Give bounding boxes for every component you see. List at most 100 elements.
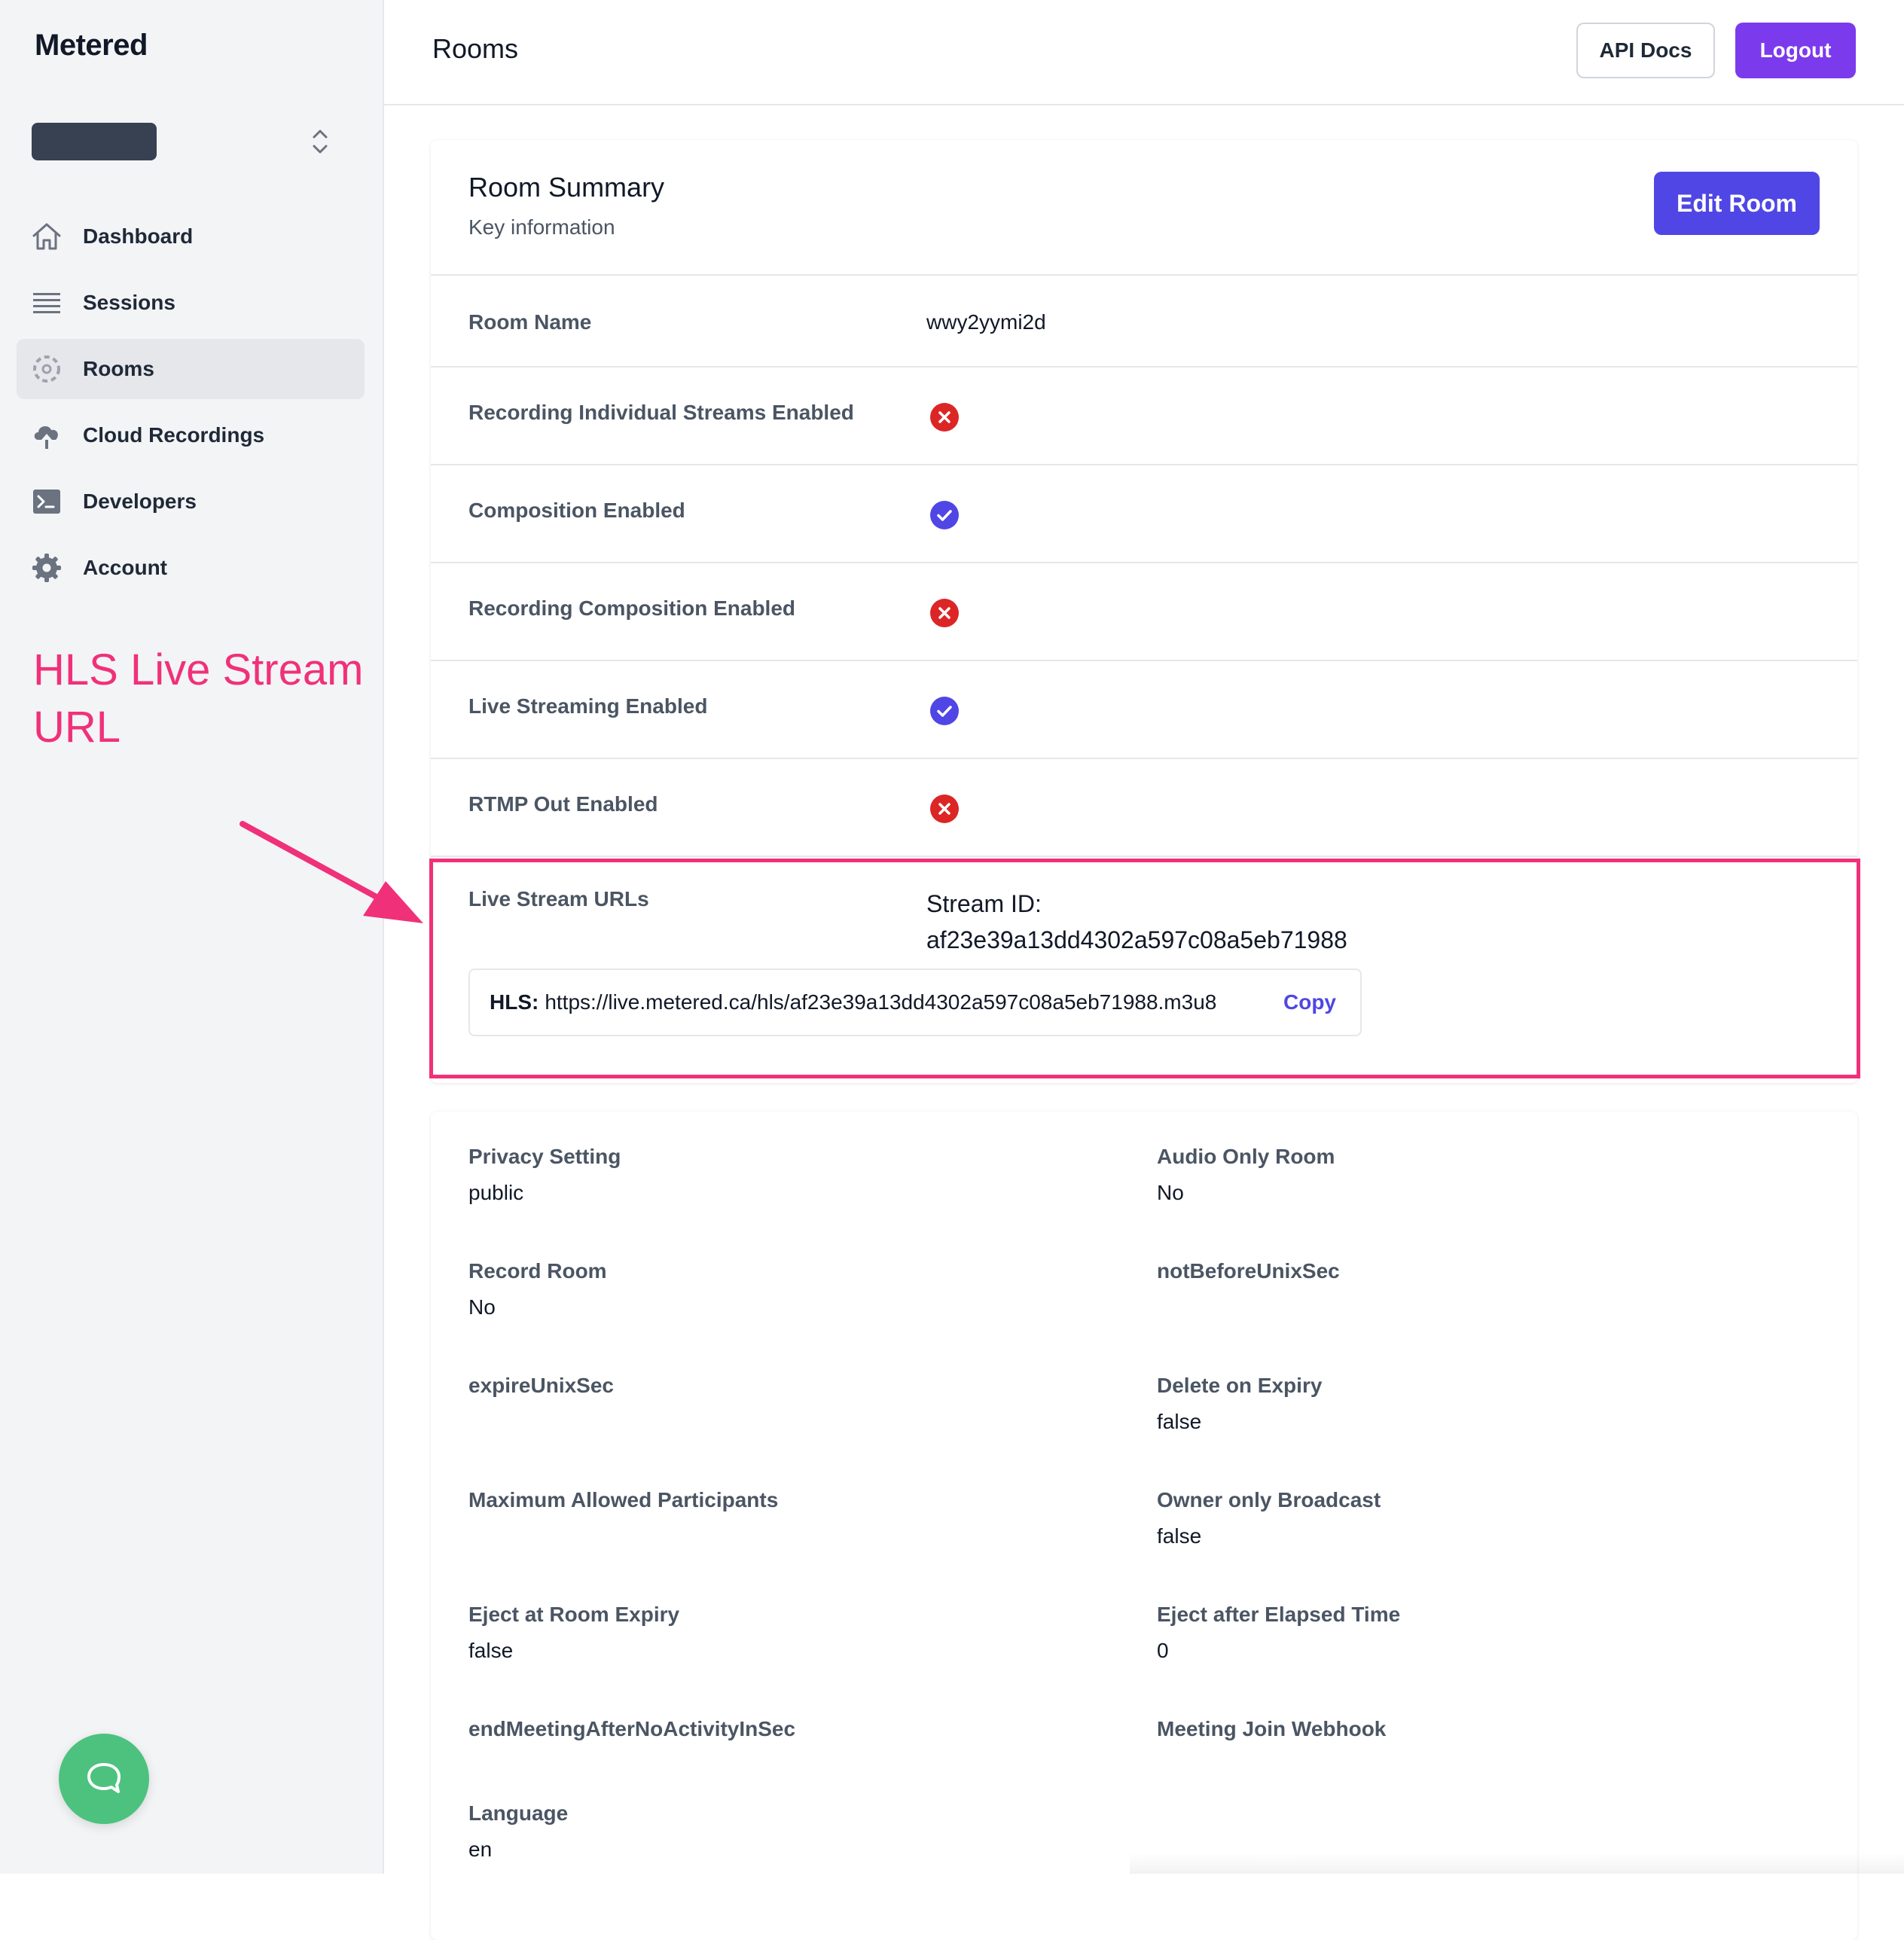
chevron-up-down-icon xyxy=(313,130,328,154)
stream-id-block: Stream ID: af23e39a13dd4302a597c08a5eb71… xyxy=(926,886,1347,958)
field-value: en xyxy=(468,1838,493,1861)
field-value: No xyxy=(1157,1181,1184,1204)
x-circle-icon xyxy=(930,403,959,432)
row-room-name: Room Name wwy2yymi2d xyxy=(431,274,1857,366)
field-label: Privacy Setting xyxy=(468,1145,621,1168)
field-value xyxy=(468,1753,1071,1777)
stream-id-label: Stream ID: xyxy=(926,890,1042,917)
field-owner-only-broadcast: Owner only Broadcast false xyxy=(1157,1488,1759,1548)
check-circle-icon xyxy=(930,697,959,725)
sidebar-item-rooms[interactable]: Rooms xyxy=(17,339,365,399)
row-label: RTMP Out Enabled xyxy=(468,792,658,816)
field-meeting-join-webhook: Meeting Join Webhook xyxy=(1157,1717,1759,1777)
field-label: Eject after Elapsed Time xyxy=(1157,1603,1401,1626)
field-value: false xyxy=(1157,1524,1202,1548)
field-audio-only-room: Audio Only Room No xyxy=(1157,1145,1759,1205)
card-subtitle: Key information xyxy=(468,215,615,239)
brand-logo: Metered xyxy=(35,29,148,62)
field-value: 0 xyxy=(1157,1639,1169,1662)
room-summary-card: Room Summary Key information Edit Room R… xyxy=(431,140,1857,1083)
x-circle-icon xyxy=(930,795,959,823)
sidebar-item-account[interactable]: Account xyxy=(17,538,365,598)
field-label: Delete on Expiry xyxy=(1157,1374,1323,1397)
field-value: No xyxy=(468,1295,496,1319)
field-label: expireUnixSec xyxy=(468,1374,614,1397)
sidebar-item-label: Rooms xyxy=(83,357,154,380)
room-name-value: wwy2yymi2d xyxy=(926,310,1046,334)
row-label: Live Streaming Enabled xyxy=(468,694,708,718)
field-value: false xyxy=(1157,1410,1202,1433)
logout-button[interactable]: Logout xyxy=(1735,23,1856,78)
field-label: Owner only Broadcast xyxy=(1157,1488,1381,1511)
sidebar-item-developers[interactable]: Developers xyxy=(17,471,365,532)
api-docs-button[interactable]: API Docs xyxy=(1576,23,1715,78)
field-label: Language xyxy=(468,1801,569,1825)
row-rtmp-out: RTMP Out Enabled xyxy=(431,758,1857,856)
sidebar-item-cloud-recordings[interactable]: Cloud Recordings xyxy=(17,405,365,465)
field-end-meeting-after-no-activity: endMeetingAfterNoActivityInSec xyxy=(468,1717,1071,1777)
annotation-arrow-icon xyxy=(240,821,423,923)
field-label: notBeforeUnixSec xyxy=(1157,1259,1340,1283)
field-label: Eject at Room Expiry xyxy=(468,1603,680,1626)
field-delete-on-expiry: Delete on Expiry false xyxy=(1157,1374,1759,1434)
list-icon xyxy=(33,293,60,313)
sidebar-item-label: Dashboard xyxy=(83,224,194,248)
row-label: Recording Composition Enabled xyxy=(468,596,796,620)
sidebar-item-sessions[interactable]: Sessions xyxy=(17,273,365,333)
check-circle-icon xyxy=(930,501,959,529)
sidebar-item-dashboard[interactable]: Dashboard xyxy=(17,206,365,267)
field-value xyxy=(1157,1753,1759,1777)
field-label: Record Room xyxy=(468,1259,607,1283)
field-eject-after-elapsed-time: Eject after Elapsed Time 0 xyxy=(1157,1603,1759,1663)
top-header: Rooms API Docs Logout xyxy=(384,0,1904,105)
sidebar-item-label: Sessions xyxy=(83,291,175,314)
field-language: Language en xyxy=(468,1801,1071,1862)
field-eject-at-room-expiry: Eject at Room Expiry false xyxy=(468,1603,1071,1663)
field-not-before-unix-sec: notBeforeUnixSec xyxy=(1157,1259,1759,1319)
field-label: Meeting Join Webhook xyxy=(1157,1717,1387,1740)
chat-widget-button[interactable] xyxy=(59,1734,149,1824)
chat-bubble-icon xyxy=(87,1763,121,1793)
sidebar-item-label: Account xyxy=(83,556,167,579)
field-value xyxy=(1157,1295,1759,1319)
sidebar-item-label: Developers xyxy=(83,490,197,513)
hls-label: HLS: xyxy=(490,990,539,1014)
sidebar: Metered Dashboard Sessions Rooms Cloud R… xyxy=(0,0,384,1874)
field-label: Audio Only Room xyxy=(1157,1145,1335,1168)
row-label: Room Name xyxy=(468,310,592,334)
field-record-room: Record Room No xyxy=(468,1259,1071,1319)
field-label: Maximum Allowed Participants xyxy=(468,1488,779,1511)
terminal-icon xyxy=(33,490,60,514)
gear-icon xyxy=(32,554,61,582)
row-label: Live Stream URLs xyxy=(468,887,649,911)
row-live-streaming: Live Streaming Enabled xyxy=(431,660,1857,758)
field-expire-unix-sec: expireUnixSec xyxy=(468,1374,1071,1434)
cloud-upload-icon xyxy=(34,426,58,449)
organization-switcher[interactable] xyxy=(32,122,340,161)
organization-name-redacted xyxy=(32,123,157,160)
field-value xyxy=(468,1410,1071,1434)
x-circle-icon xyxy=(930,599,959,627)
hls-url-box: HLS: https://live.metered.ca/hls/af23e39… xyxy=(468,968,1362,1036)
row-live-stream-urls: Live Stream URLs Stream ID: af23e39a13dd… xyxy=(431,856,1857,1083)
page-title: Rooms xyxy=(432,33,519,64)
field-value: public xyxy=(468,1181,524,1204)
field-privacy-setting: Privacy Setting public xyxy=(468,1145,1071,1205)
room-details-card: Privacy Setting public Audio Only Room N… xyxy=(431,1112,1857,1940)
row-recording-composition: Recording Composition Enabled xyxy=(431,562,1857,660)
hls-url: https://live.metered.ca/hls/af23e39a13dd… xyxy=(545,990,1217,1014)
sidebar-item-label: Cloud Recordings xyxy=(83,423,265,447)
stream-id-value: af23e39a13dd4302a597c08a5eb71988 xyxy=(926,926,1347,953)
home-icon xyxy=(32,223,61,250)
field-value: false xyxy=(468,1639,514,1662)
row-composition-enabled: Composition Enabled xyxy=(431,464,1857,562)
field-label: endMeetingAfterNoActivityInSec xyxy=(468,1717,796,1740)
row-label: Recording Individual Streams Enabled xyxy=(468,401,854,424)
sidebar-nav: Dashboard Sessions Rooms Cloud Recording… xyxy=(17,206,365,604)
row-recording-individual-streams: Recording Individual Streams Enabled xyxy=(431,366,1857,464)
edit-room-button[interactable]: Edit Room xyxy=(1654,172,1820,235)
copy-hls-url-button[interactable]: Copy xyxy=(1283,990,1336,1014)
field-value xyxy=(468,1524,1071,1548)
annotation-text: HLS Live Stream URL xyxy=(33,645,364,752)
field-max-participants: Maximum Allowed Participants xyxy=(468,1488,1071,1548)
